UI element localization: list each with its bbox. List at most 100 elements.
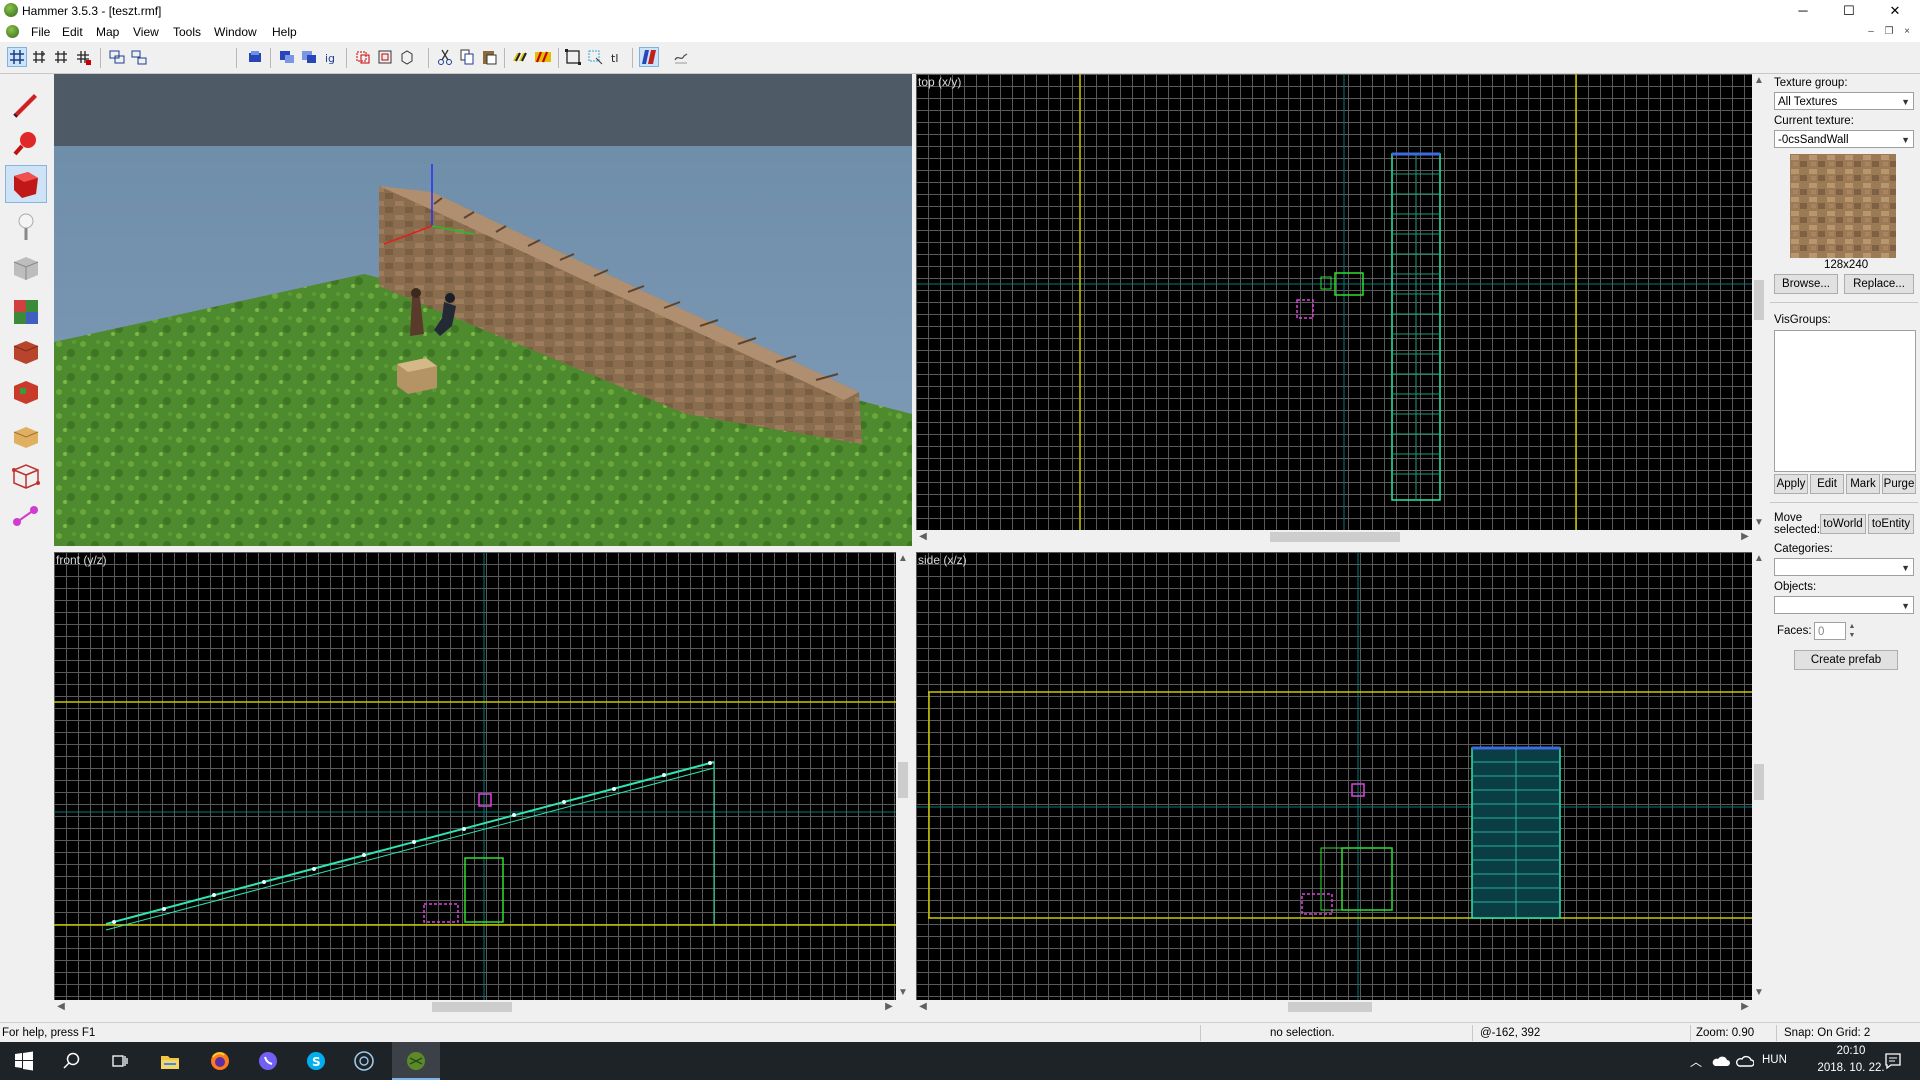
grid-toggle-icon[interactable]: [7, 47, 27, 67]
hide-selected-icon[interactable]: [278, 48, 296, 66]
make-hollow-icon[interactable]: [376, 48, 394, 66]
larger-grid-icon[interactable]: [74, 48, 92, 66]
magnify-tool-icon[interactable]: [6, 126, 46, 162]
top-2d-viewport[interactable]: top (x/y): [916, 74, 1752, 530]
menu-window[interactable]: Window: [214, 25, 257, 39]
front-view-hscrollbar[interactable]: ◀ ▶: [54, 1000, 896, 1014]
clipping-tool-icon[interactable]: [6, 418, 46, 454]
move-selected-label: Move selected:: [1774, 512, 1821, 536]
categories-dropdown[interactable]: ▼: [1774, 558, 1914, 576]
3d-grid-icon[interactable]: 3: [30, 48, 48, 66]
maximize-button[interactable]: ☐: [1826, 0, 1872, 22]
side-2d-viewport[interactable]: side (x/z): [916, 552, 1752, 1000]
block-tool-icon[interactable]: [6, 250, 46, 286]
texture-group-dropdown[interactable]: All Textures ▼: [1774, 92, 1914, 110]
group-icon[interactable]: [108, 48, 126, 66]
selection-bounds-icon[interactable]: [564, 48, 582, 66]
document-icon[interactable]: [6, 25, 19, 38]
path-tool-icon[interactable]: [6, 498, 46, 534]
hammer-app-icon: [4, 3, 18, 17]
notification-center-icon[interactable]: [1884, 1052, 1902, 1070]
carve-icon[interactable]: [354, 48, 372, 66]
pointer-tool-icon[interactable]: [6, 86, 46, 122]
ignore-groups-icon[interactable]: [246, 48, 264, 66]
clock-time[interactable]: 20:10: [1816, 1045, 1886, 1057]
cloud-sync-icon[interactable]: [1736, 1054, 1754, 1068]
objects-dropdown[interactable]: ▼: [1774, 596, 1914, 614]
menu-view[interactable]: View: [133, 25, 159, 39]
purge-button[interactable]: Purge: [1882, 474, 1916, 494]
viber-icon[interactable]: [244, 1042, 292, 1080]
decal-tool-icon[interactable]: [6, 374, 46, 410]
close-button[interactable]: ✕: [1872, 0, 1918, 22]
entity-report-icon[interactable]: [672, 48, 690, 66]
faces-label: Faces:: [1777, 625, 1812, 637]
search-icon[interactable]: [48, 1042, 96, 1080]
front-view-drawing: [54, 552, 896, 1000]
entity-tool-icon[interactable]: [6, 210, 46, 246]
apply-button[interactable]: Apply: [1774, 474, 1808, 494]
language-indicator[interactable]: HUN: [1762, 1054, 1787, 1066]
menu-map[interactable]: Map: [96, 25, 119, 39]
menu-tools[interactable]: Tools: [173, 25, 201, 39]
replace-button[interactable]: Replace...: [1844, 274, 1914, 294]
menu-file[interactable]: File: [31, 25, 50, 39]
front-2d-viewport[interactable]: front (y/z): [54, 552, 896, 1000]
side-view-vscrollbar[interactable]: ▲ ▼: [1752, 552, 1766, 1000]
side-view-hscrollbar[interactable]: ◀ ▶: [916, 1000, 1752, 1014]
tray-chevron-up-icon[interactable]: ︿: [1690, 1053, 1702, 1070]
menu-edit[interactable]: Edit: [62, 25, 83, 39]
menu-help[interactable]: Help: [272, 25, 297, 39]
firefox-icon[interactable]: [196, 1042, 244, 1080]
status-help-text: For help, press F1: [2, 1027, 96, 1039]
edit-button[interactable]: Edit: [1810, 474, 1844, 494]
mdi-close-button[interactable]: ×: [1900, 25, 1914, 39]
mark-button[interactable]: Mark: [1846, 474, 1880, 494]
vertex-tool-icon[interactable]: [6, 458, 46, 494]
mdi-minimize-button[interactable]: –: [1864, 25, 1878, 39]
chevron-down-icon: ▼: [1901, 601, 1910, 611]
current-texture-dropdown[interactable]: -0csSandWall ▼: [1774, 130, 1914, 148]
top-view-vscrollbar[interactable]: ▲ ▼: [1752, 74, 1766, 530]
task-view-icon[interactable]: [96, 1042, 144, 1080]
cut-icon[interactable]: [436, 48, 454, 66]
minimize-button[interactable]: ─: [1780, 0, 1826, 22]
visgroups-label: VisGroups:: [1774, 314, 1831, 326]
front-view-vscrollbar[interactable]: ▲ ▼: [896, 552, 910, 1000]
file-explorer-icon[interactable]: [146, 1042, 194, 1080]
camera-tool-icon[interactable]: [5, 165, 47, 203]
visgroups-list[interactable]: [1774, 330, 1916, 472]
texture-scale-lock-icon[interactable]: [534, 48, 552, 66]
show-hidden-icon[interactable]: ig: [322, 48, 340, 66]
mdi-restore-button[interactable]: ❐: [1882, 25, 1896, 39]
select-by-handle-icon[interactable]: [586, 48, 604, 66]
cube-outline-icon[interactable]: [398, 48, 416, 66]
skype-icon[interactable]: S: [292, 1042, 340, 1080]
top-view-hscrollbar[interactable]: ◀ ▶: [916, 530, 1752, 544]
start-button[interactable]: [0, 1042, 48, 1080]
camera-3d-view: [54, 74, 912, 546]
onedrive-icon[interactable]: [1712, 1054, 1730, 1068]
faces-spinner[interactable]: ▲ ▼: [1846, 622, 1858, 640]
hammer-taskbar-icon[interactable]: [392, 1042, 440, 1080]
copy-icon[interactable]: [458, 48, 476, 66]
create-prefab-button[interactable]: Create prefab: [1794, 650, 1898, 670]
texture-group-label: Texture group:: [1774, 77, 1848, 89]
categories-label: Categories:: [1774, 543, 1833, 555]
camera-3d-viewport[interactable]: [54, 74, 912, 546]
faces-input[interactable]: 0: [1814, 622, 1846, 640]
run-map-icon[interactable]: [639, 47, 659, 67]
to-world-button[interactable]: toWorld: [1820, 514, 1866, 534]
tl-icon[interactable]: tl: [608, 48, 626, 66]
browse-button[interactable]: Browse...: [1774, 274, 1838, 294]
steam-icon[interactable]: [340, 1042, 388, 1080]
side-view-drawing: [916, 552, 1752, 1000]
texture-application-tool-icon[interactable]: [6, 294, 46, 330]
texture-lock-icon[interactable]: [512, 48, 530, 66]
hide-unselected-icon[interactable]: [300, 48, 318, 66]
smaller-grid-icon[interactable]: [52, 48, 70, 66]
paste-icon[interactable]: [480, 48, 498, 66]
apply-texture-icon[interactable]: [6, 334, 46, 370]
ungroup-icon[interactable]: [130, 48, 148, 66]
to-entity-button[interactable]: toEntity: [1868, 514, 1914, 534]
